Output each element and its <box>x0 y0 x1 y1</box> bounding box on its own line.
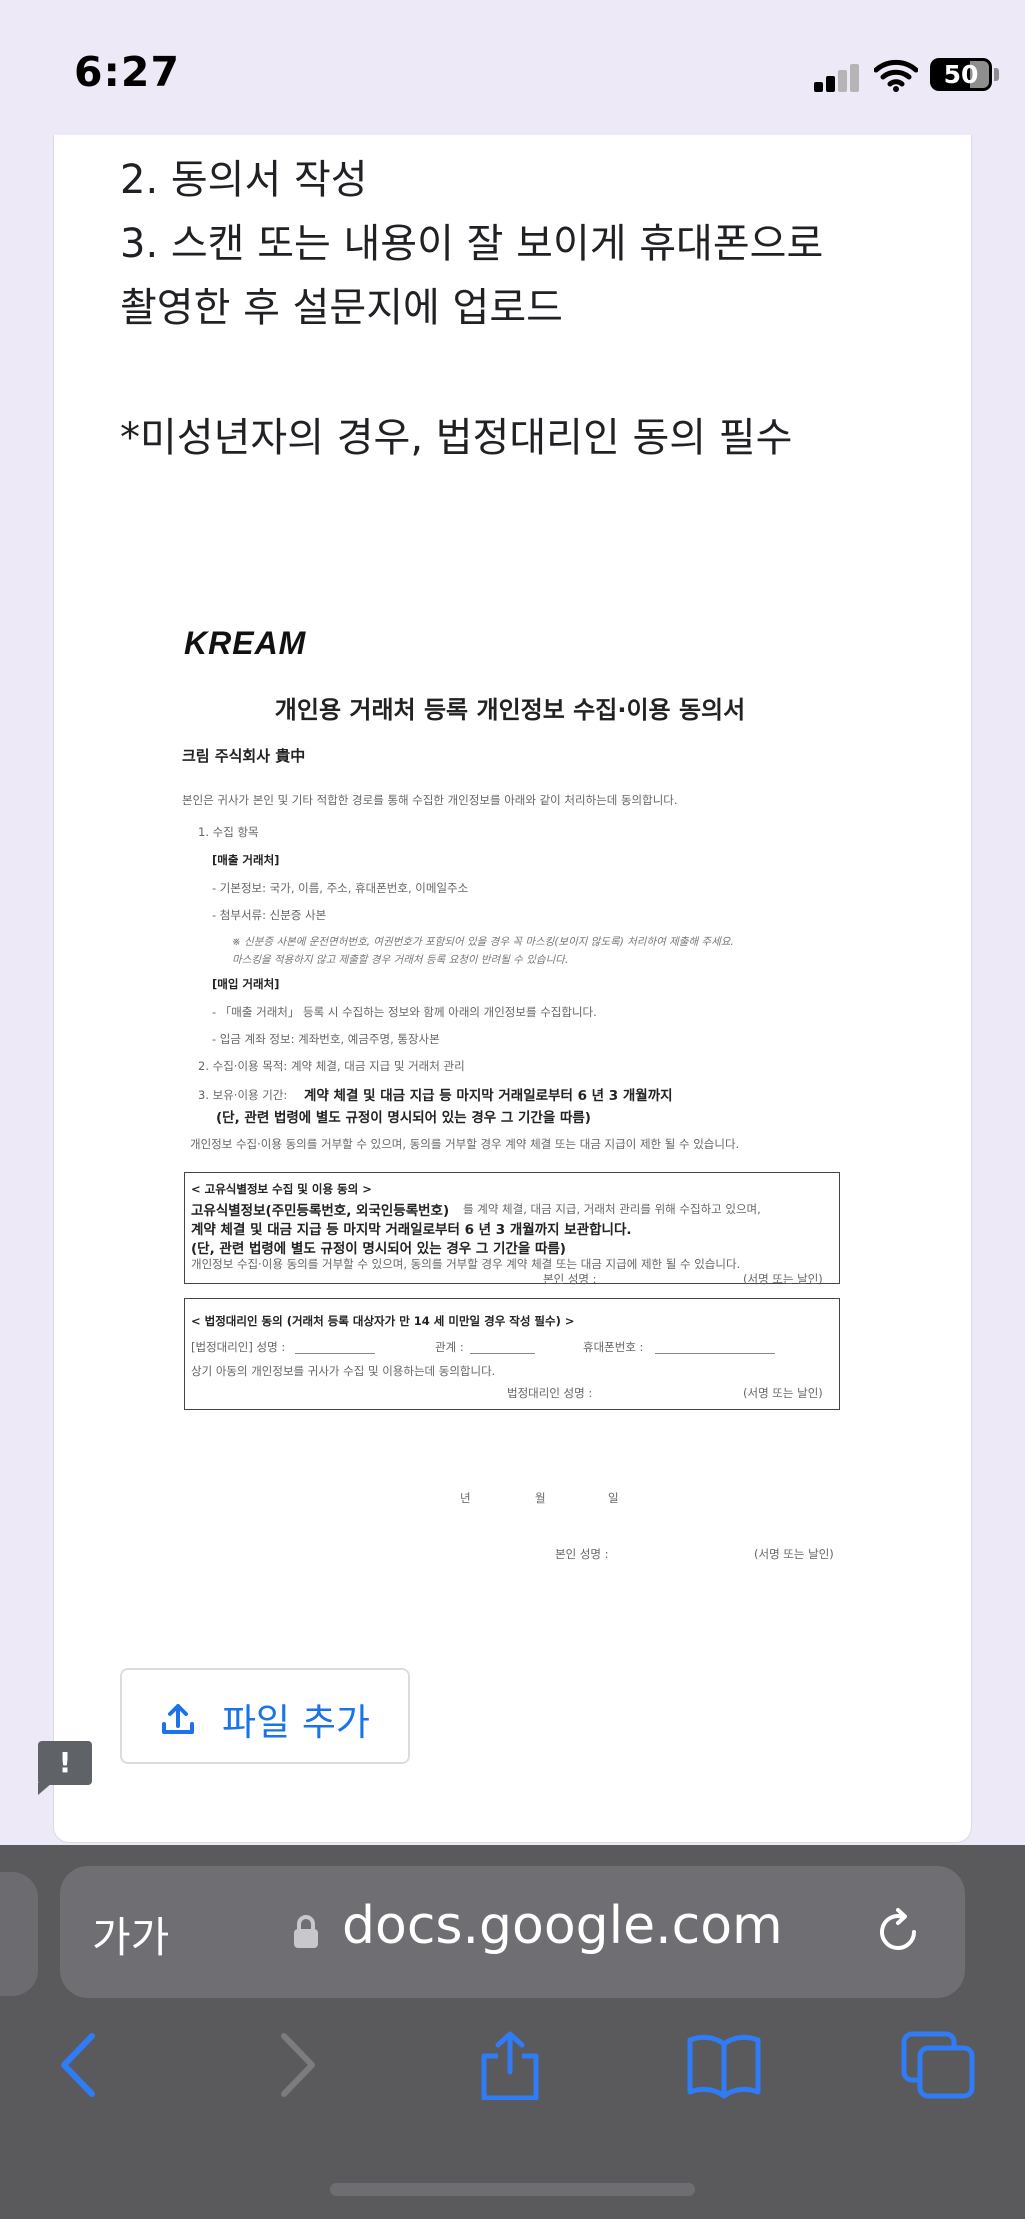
tabs-icon[interactable] <box>900 2030 976 2100</box>
unique-id-consent-box: < 고유식별정보 수집 및 이용 동의 > 고유식별정보(주민등록번호, 외국인… <box>184 1172 840 1286</box>
doc-section-1: 1. 수집 항목 <box>198 825 259 839</box>
doc-sales-note1: ※ 신분증 사본에 운전면허번호, 여권번호가 포함되어 있을 경우 꼭 마스킹… <box>232 936 734 948</box>
upload-icon <box>162 1704 194 1734</box>
kream-logo: KREAM <box>184 625 307 661</box>
doc-intro: 본인은 귀사가 본인 및 기타 적합한 경로를 통해 수집한 개인정보를 아래와… <box>182 793 678 807</box>
uid-sign-or-seal: (서명 또는 날인) <box>743 1272 823 1286</box>
doc-title: 개인용 거래처 등록 개인정보 수집·이용 동의서 <box>274 696 746 724</box>
back-icon[interactable] <box>40 2030 116 2100</box>
guardian-relation: 관계 : <box>435 1340 464 1354</box>
doc-section-3-exception: (단, 관련 법령에 별도 규정이 명시되어 있는 경우 그 기간을 따름) <box>216 1110 591 1126</box>
instruction-step-3-line1: 3. 스캔 또는 내용이 잘 보이게 휴대폰으로 <box>120 221 824 267</box>
forward-icon[interactable] <box>260 2030 336 2100</box>
uid-line1-bold: 고유식별정보(주민등록번호, 외국인등록번호) <box>191 1203 450 1219</box>
guardian-phone: 휴대폰번호 : <box>583 1340 644 1354</box>
bookmarks-icon[interactable] <box>686 2030 762 2100</box>
exclamation-icon: ! <box>58 1746 72 1779</box>
text-size-button[interactable]: 가가 <box>92 1904 169 1965</box>
lock-icon <box>294 1915 318 1948</box>
doc-purchase-desc: - 「매출 거래처」 등록 시 수집하는 정보와 함께 아래의 개인정보를 수집… <box>212 1005 597 1019</box>
doc-sales-basic: - 기본정보: 국가, 이름, 주소, 휴대폰번호, 이메일주소 <box>212 881 469 895</box>
uid-self-sign: 본인 성명 : <box>543 1272 597 1286</box>
add-file-label: 파일 추가 <box>222 1701 370 1744</box>
doc-sales-head: [매출 거래처] <box>212 853 280 867</box>
guardian-consent-box: < 법정대리인 동의 (거래처 등록 대상자가 만 14 세 미만일 경우 작성… <box>184 1298 840 1410</box>
date-year: 년 <box>460 1491 471 1505</box>
uid-head: < 고유식별정보 수집 및 이용 동의 > <box>191 1182 372 1196</box>
guardian-head: < 법정대리인 동의 (거래처 등록 대상자가 만 14 세 미만일 경우 작성… <box>191 1314 575 1328</box>
uid-refuse: 개인정보 수집·이용 동의를 거부할 수 있으며, 동의를 거부할 경우 계약 … <box>191 1257 741 1271</box>
add-file-button[interactable]: 파일 추가 <box>120 1668 410 1764</box>
instruction-step-2: 2. 동의서 작성 <box>120 157 368 203</box>
url-domain[interactable]: docs.google.com <box>342 1896 783 1956</box>
battery-icon: 50 <box>930 58 992 91</box>
uid-line3: (단, 관련 법령에 별도 규정이 명시되어 있는 경우 그 기간을 따름) <box>191 1241 566 1257</box>
doc-section-3-prefix: 3. 보유·이용 기간: <box>198 1088 288 1102</box>
previous-tab-peek[interactable] <box>0 1872 38 1996</box>
guardian-sign: 법정대리인 성명 : <box>507 1386 593 1400</box>
date-month: 월 <box>535 1491 546 1505</box>
address-bar[interactable]: 가가 docs.google.com <box>60 1866 965 1998</box>
battery-level: 50 <box>943 60 979 89</box>
guardian-consent: 상기 아동의 개인정보를 귀사가 수집 및 이용하는데 동의합니다. <box>191 1364 496 1378</box>
reload-icon[interactable] <box>872 1906 924 1958</box>
consent-form-image: KREAM 개인용 거래처 등록 개인정보 수집·이용 동의서 크림 주식회사 … <box>130 420 890 1570</box>
bottom-self-sign: 본인 성명 : <box>555 1547 609 1561</box>
uid-line2: 계약 체결 및 대금 지급 등 마지막 거래일로부터 6 년 3 개월까지 보관… <box>191 1222 632 1238</box>
doc-purchase-head: [매입 거래처] <box>212 977 280 991</box>
guardian-sign-or-seal: (서명 또는 날인) <box>743 1386 823 1400</box>
battery-cap <box>994 68 999 81</box>
guardian-name: [법정대리인] 성명 : <box>191 1340 286 1354</box>
share-icon[interactable] <box>472 2030 548 2100</box>
doc-purchase-account: - 입금 계좌 정보: 계좌번호, 예금주명, 통장사본 <box>212 1032 440 1046</box>
wifi-icon <box>874 59 918 92</box>
cellular-signal-icon <box>814 64 860 92</box>
doc-sales-note2: 마스킹을 적용하지 않고 제출할 경우 거래처 등록 요청이 반려될 수 있습니… <box>232 954 569 966</box>
doc-company: 크림 주식회사 貴中 <box>182 747 306 765</box>
status-time: 6:27 <box>74 48 180 96</box>
bottom-sign-or-seal: (서명 또는 날인) <box>754 1547 834 1561</box>
doc-refuse-notice: 개인정보 수집·이용 동의를 거부할 수 있으며, 동의를 거부할 경우 계약 … <box>190 1137 740 1151</box>
feedback-badge-tail <box>38 1783 52 1795</box>
instruction-step-3-line2: 촬영한 후 설문지에 업로드 <box>120 285 563 331</box>
status-bar: 6:27 50 <box>0 0 1025 135</box>
doc-section-3-period: 계약 체결 및 대금 지급 등 마지막 거래일로부터 6 년 3 개월까지 <box>304 1088 673 1104</box>
doc-sales-attach: - 첨부서류: 신분증 사본 <box>212 908 327 922</box>
report-feedback-button[interactable]: ! <box>38 1741 92 1785</box>
doc-section-2: 2. 수집·이용 목적: 계약 체결, 대금 지급 및 거래처 관리 <box>198 1059 465 1073</box>
uid-line1-rest: 를 계약 체결, 대금 지급, 거래처 관리를 위해 수집하고 있으며, <box>463 1202 761 1216</box>
date-day: 일 <box>608 1491 619 1505</box>
home-indicator <box>330 2183 695 2196</box>
